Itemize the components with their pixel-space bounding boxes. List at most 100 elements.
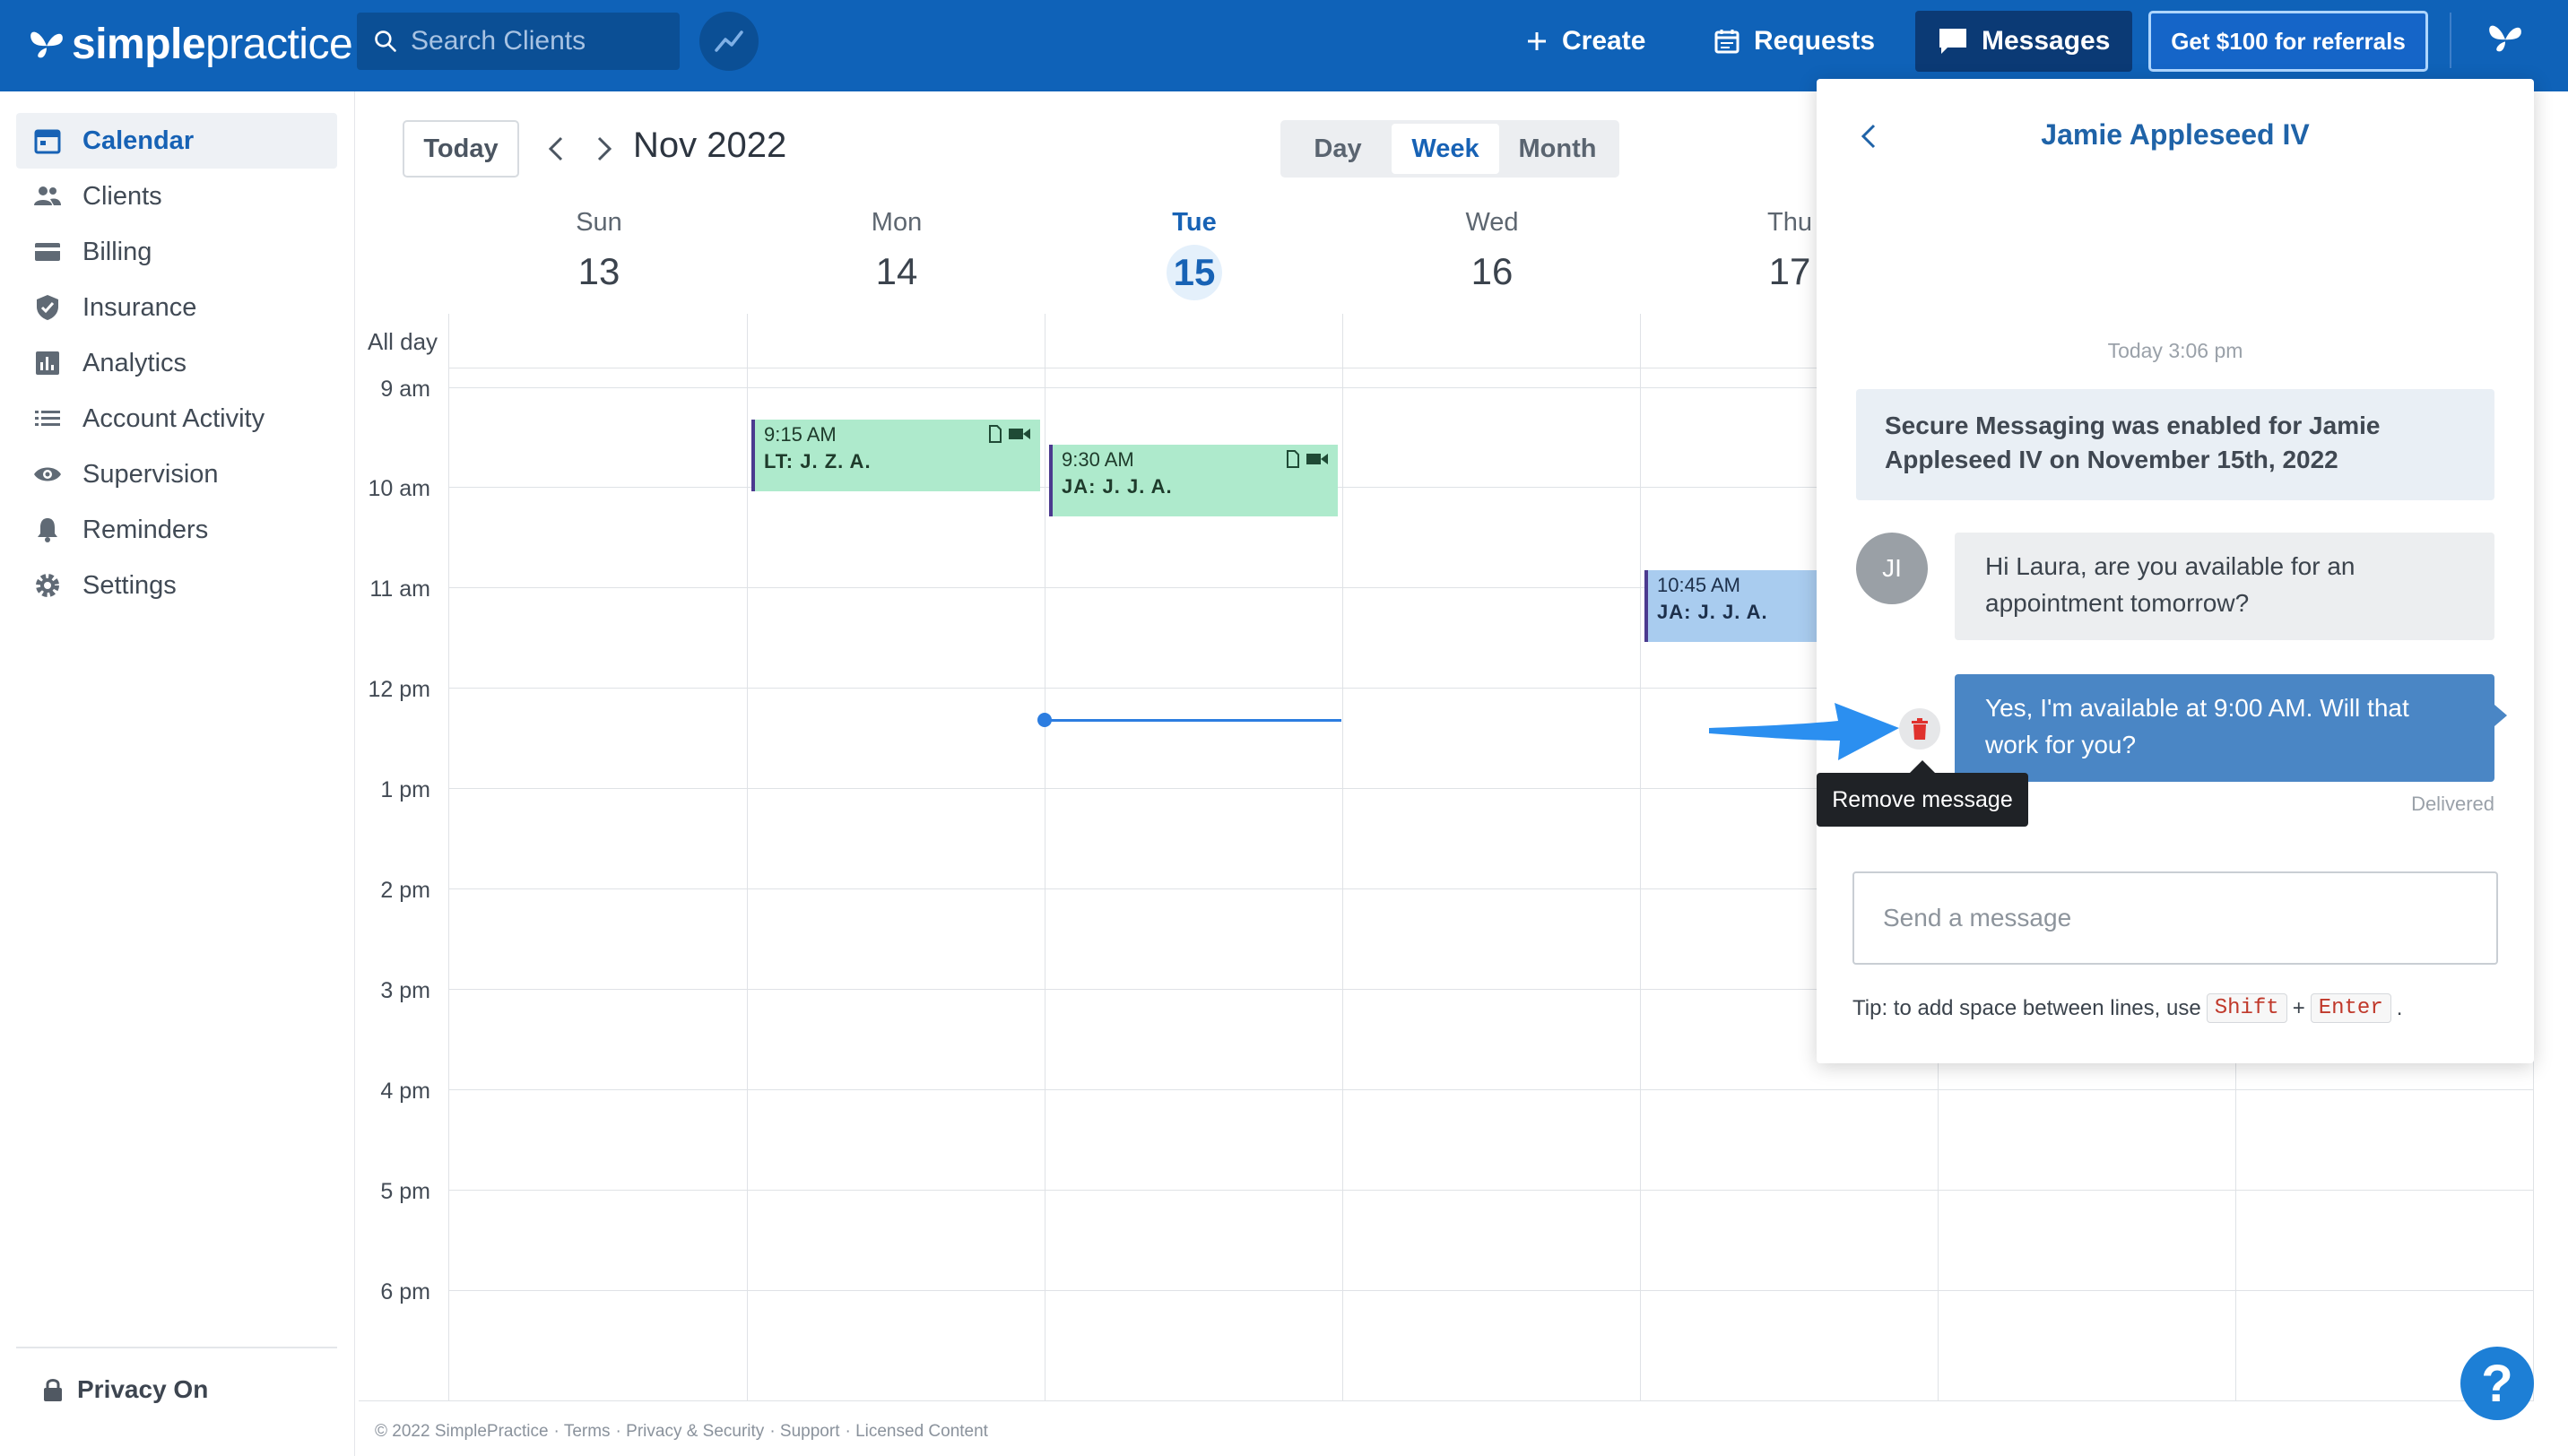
referral-button[interactable]: Get $100 for referrals bbox=[2148, 11, 2428, 72]
event-client: LT: J. Z. A. bbox=[764, 450, 872, 472]
day-date: 13 bbox=[577, 250, 620, 292]
day-date: 14 bbox=[875, 250, 918, 292]
grid-bottom-line bbox=[359, 1400, 2534, 1401]
create-label: Create bbox=[1562, 26, 1646, 56]
tab-month[interactable]: Month bbox=[1499, 124, 1616, 174]
day-header-tue[interactable]: Tue 15 bbox=[1105, 208, 1284, 300]
view-switcher: Day Week Month bbox=[1280, 120, 1619, 178]
time-label: 12 pm bbox=[368, 677, 430, 702]
footer-link-support[interactable]: Support bbox=[780, 1422, 840, 1441]
search-input[interactable] bbox=[411, 26, 680, 56]
appointment-event[interactable]: 9:15 AM LT: J. Z. A. bbox=[751, 420, 1040, 491]
tab-week[interactable]: Week bbox=[1392, 124, 1499, 174]
sidebar-item-reminders[interactable]: Reminders bbox=[16, 502, 337, 558]
footer-link-privacy[interactable]: Privacy & Security bbox=[626, 1422, 764, 1441]
day-header-mon[interactable]: Mon 14 bbox=[807, 208, 986, 293]
time-label: 11 am bbox=[369, 576, 430, 602]
time-label: 10 am bbox=[368, 476, 430, 501]
sidebar: Calendar Clients Billing Insurance Analy… bbox=[0, 91, 355, 1456]
bell-icon bbox=[38, 518, 57, 542]
billing-icon bbox=[35, 243, 60, 261]
lock-icon bbox=[44, 1379, 62, 1401]
butterfly-menu-icon[interactable] bbox=[2484, 18, 2527, 57]
time-label: 4 pm bbox=[380, 1079, 430, 1104]
trend-line-icon bbox=[715, 30, 743, 52]
day-date-today: 15 bbox=[1167, 245, 1222, 300]
search-icon bbox=[375, 30, 396, 52]
topbar-divider bbox=[2450, 13, 2451, 68]
sidebar-item-label: Account Activity bbox=[82, 403, 265, 433]
tip-suffix: . bbox=[2396, 995, 2403, 1020]
month-title: Nov 2022 bbox=[633, 126, 787, 165]
sidebar-divider bbox=[16, 1347, 337, 1348]
create-button[interactable]: Create bbox=[1524, 11, 1645, 72]
grid-row-line bbox=[448, 1089, 2534, 1090]
sidebar-item-billing[interactable]: Billing bbox=[16, 224, 337, 280]
help-button[interactable]: ? bbox=[2460, 1347, 2534, 1420]
clients-icon bbox=[34, 186, 61, 205]
time-label: 3 pm bbox=[380, 978, 430, 1003]
grid-column-line bbox=[1342, 314, 1343, 1400]
sidebar-item-label: Clients bbox=[82, 181, 162, 211]
today-button[interactable]: Today bbox=[403, 120, 519, 178]
day-header-wed[interactable]: Wed 16 bbox=[1402, 208, 1582, 293]
requests-label: Requests bbox=[1754, 26, 1876, 56]
sidebar-item-calendar[interactable]: Calendar bbox=[16, 113, 337, 169]
gear-icon bbox=[36, 574, 59, 597]
sidebar-item-settings[interactable]: Settings bbox=[16, 558, 337, 613]
footer-link-terms[interactable]: Terms bbox=[564, 1422, 611, 1441]
chevron-right-icon[interactable] bbox=[588, 131, 620, 167]
eye-icon bbox=[34, 467, 61, 481]
list-icon bbox=[35, 411, 60, 426]
insights-button[interactable] bbox=[699, 12, 759, 71]
tab-day[interactable]: Day bbox=[1284, 124, 1392, 174]
sidebar-item-analytics[interactable]: Analytics bbox=[16, 335, 337, 391]
incoming-message: Hi Laura, are you available for an appoi… bbox=[1955, 533, 2494, 640]
enter-key: Enter bbox=[2310, 993, 2391, 1023]
messages-button[interactable]: Messages bbox=[1915, 11, 2132, 72]
event-client: JA: J. J. A. bbox=[1062, 475, 1173, 498]
chevron-left-icon[interactable] bbox=[540, 131, 572, 167]
grid-column-line bbox=[448, 314, 449, 1400]
day-header-sun[interactable]: Sun 13 bbox=[509, 208, 689, 293]
privacy-toggle[interactable]: Privacy On bbox=[41, 1375, 208, 1404]
footer: © 2022 SimplePractice · Terms · Privacy & … bbox=[375, 1422, 988, 1441]
trash-icon bbox=[1912, 718, 1928, 740]
document-icon bbox=[1287, 450, 1299, 468]
sidebar-item-account-activity[interactable]: Account Activity bbox=[16, 391, 337, 446]
appointment-event[interactable]: 9:30 AM JA: J. J. A. bbox=[1049, 445, 1338, 516]
day-name: Tue bbox=[1172, 208, 1217, 237]
day-date: 16 bbox=[1471, 250, 1514, 292]
compose-tip: Tip: to add space between lines, use Shi… bbox=[1852, 993, 2402, 1023]
all-day-label: All day bbox=[368, 328, 438, 355]
logo-text-practice: practice bbox=[205, 20, 353, 68]
footer-link-licensed[interactable]: Licensed Content bbox=[855, 1422, 988, 1441]
time-label: 9 am bbox=[380, 377, 430, 402]
sidebar-item-clients[interactable]: Clients bbox=[16, 169, 337, 224]
tip-text: Tip: to add space between lines, use bbox=[1852, 995, 2201, 1020]
time-label: 5 pm bbox=[380, 1179, 430, 1204]
simplepractice-logo[interactable]: simple practice bbox=[27, 13, 353, 75]
sidebar-item-label: Analytics bbox=[82, 348, 187, 377]
day-name: Wed bbox=[1465, 208, 1519, 237]
appointment-event[interactable]: 10:45 AM JA: J. J. A. bbox=[1644, 570, 1818, 642]
time-label: 2 pm bbox=[380, 878, 430, 903]
analytics-icon bbox=[36, 351, 59, 375]
grid-row-line bbox=[448, 1190, 2534, 1191]
video-icon bbox=[1306, 454, 1328, 464]
sidebar-item-insurance[interactable]: Insurance bbox=[16, 280, 337, 335]
current-time-dot bbox=[1037, 713, 1052, 727]
sidebar-item-label: Insurance bbox=[82, 292, 197, 322]
outgoing-message[interactable]: Yes, I'm available at 9:00 AM. Will that… bbox=[1955, 674, 2507, 782]
sidebar-item-supervision[interactable]: Supervision bbox=[16, 446, 337, 502]
chat-bubble-icon bbox=[1939, 29, 1966, 54]
sidebar-item-label: Billing bbox=[82, 237, 152, 266]
sidebar-item-label: Supervision bbox=[82, 459, 219, 489]
butterfly-icon bbox=[30, 31, 63, 58]
privacy-label: Privacy On bbox=[77, 1375, 209, 1403]
message-input[interactable] bbox=[1852, 871, 2498, 965]
requests-button[interactable]: Requests bbox=[1713, 11, 1875, 72]
plus-icon bbox=[1528, 32, 1546, 50]
logo-text-simple: simple bbox=[72, 20, 206, 68]
calendar-request-icon bbox=[1714, 30, 1739, 54]
